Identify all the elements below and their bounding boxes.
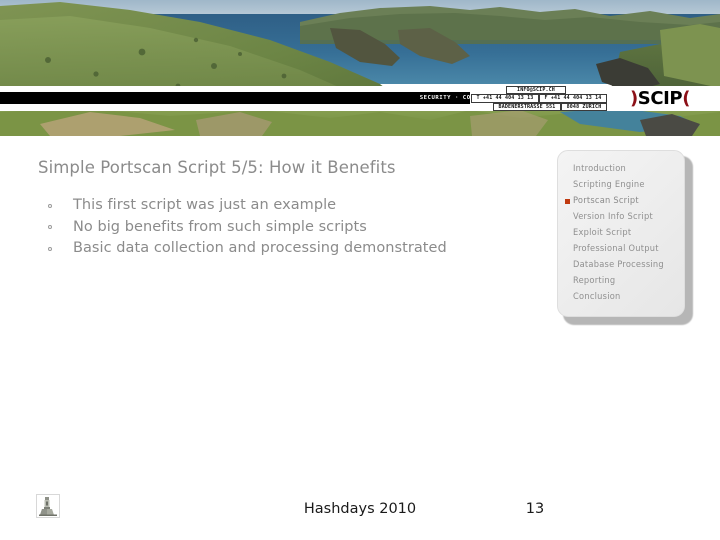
list-item: Basic data collection and processing dem…: [41, 238, 561, 260]
footer-page-number: 13: [525, 501, 545, 517]
bullet-text: This first script was just an example: [73, 197, 337, 213]
nav-item-label: Database Processing: [573, 259, 664, 270]
contact-row-top: INFO@SCIP.CH: [470, 86, 608, 95]
nav-item-label: Conclusion: [573, 291, 621, 302]
slide-title: Simple Portscan Script 5/5: How it Benef…: [38, 158, 396, 177]
list-item: This first script was just an example: [41, 195, 561, 217]
scip-logo-text: )SCIP(: [629, 87, 691, 109]
slide-bullet-list: This first script was just an example No…: [41, 195, 561, 260]
list-item: No big benefits from such simple scripts: [41, 217, 561, 239]
current-section-marker-icon: [565, 199, 570, 204]
logo-left-paren: ): [629, 87, 638, 109]
nav-item-scripting-engine[interactable]: Scripting Engine: [564, 177, 678, 193]
nav-box-panel: Introduction Scripting Engine Portscan S…: [557, 150, 685, 317]
logo-right-paren: (: [682, 87, 691, 109]
contact-city: 8048 ZÜRICH: [561, 102, 607, 111]
nav-item-database-processing[interactable]: Database Processing: [564, 257, 678, 273]
logo-name: SCIP: [637, 87, 683, 109]
agenda-nav-box: Introduction Scripting Engine Portscan S…: [557, 150, 693, 325]
nav-item-introduction[interactable]: Introduction: [564, 161, 678, 177]
bullet-text: Basic data collection and processing dem…: [73, 240, 447, 256]
coastal-landscape-photo: [0, 0, 720, 136]
contact-street: BADENERSTRASSE 551: [493, 102, 561, 111]
bullet-circle-icon: [48, 246, 52, 251]
scip-logo: )SCIP(: [612, 86, 708, 111]
nav-item-label: Exploit Script: [573, 227, 632, 238]
contact-email: INFO@SCIP.CH: [506, 86, 566, 95]
footer-event-name: Hashdays 2010: [303, 501, 417, 517]
nav-item-label: Introduction: [573, 163, 627, 174]
header-banner: SECURITY · CONSULTING · INFORMATION · PR…: [0, 0, 720, 136]
company-contact-block: INFO@SCIP.CH T +41 44 404 13 13 F +41 44…: [470, 86, 608, 111]
bullet-circle-icon: [48, 225, 52, 229]
nav-item-label: Portscan Script: [573, 195, 639, 206]
nav-item-label: Scripting Engine: [573, 179, 645, 190]
contact-telephone: T +41 44 404 13 13: [471, 94, 539, 103]
contact-row-middle: T +41 44 404 13 13 F +41 44 404 13 14: [470, 94, 608, 103]
nav-item-label: Professional Output: [573, 243, 659, 254]
bullet-circle-icon: [48, 203, 52, 208]
nav-item-reporting[interactable]: Reporting: [564, 273, 678, 289]
nav-item-professional-output[interactable]: Professional Output: [564, 241, 678, 257]
nav-item-label: Version Info Script: [573, 211, 653, 222]
bullet-text: No big benefits from such simple scripts: [73, 218, 367, 235]
nav-item-portscan-script[interactable]: Portscan Script: [564, 193, 678, 209]
nav-item-exploit-script[interactable]: Exploit Script: [564, 225, 678, 241]
contact-row-bottom: BADENERSTRASSE 551 8048 ZÜRICH: [470, 102, 608, 111]
nav-item-conclusion[interactable]: Conclusion: [564, 289, 678, 305]
nav-item-label: Reporting: [573, 275, 616, 286]
nav-item-version-info-script[interactable]: Version Info Script: [564, 209, 678, 225]
contact-fax: F +41 44 404 13 14: [539, 94, 607, 103]
